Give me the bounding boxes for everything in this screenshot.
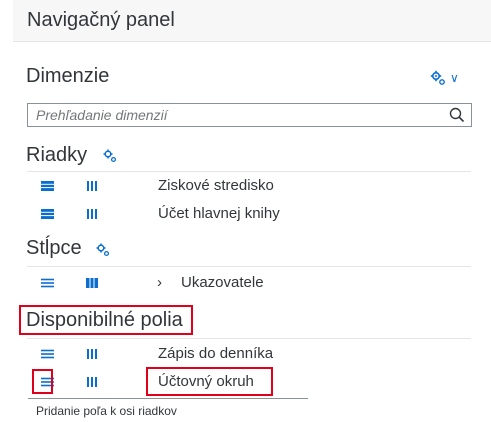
highlight-frame [146, 367, 273, 396]
available-field-item[interactable]: Zápis do denníka [27, 341, 471, 367]
dimension-search[interactable] [27, 103, 472, 127]
highlight-frame [19, 305, 193, 335]
columns-settings-gear-icon[interactable] [96, 243, 110, 257]
rows-icon[interactable] [41, 278, 54, 288]
highlight-frame [32, 369, 53, 394]
columns-icon[interactable] [86, 377, 98, 387]
search-icon[interactable] [449, 107, 465, 123]
tooltip-text: Pridanie poľa k osi riadkov [36, 404, 177, 418]
divider [27, 338, 471, 339]
rows-icon[interactable] [41, 349, 54, 359]
dimension-search-input[interactable] [28, 104, 436, 126]
columns-icon[interactable] [86, 209, 98, 219]
dimensions-title: Dimenzie [26, 65, 110, 87]
chevron-right-icon[interactable]: › [157, 274, 162, 291]
rows-item-label: Účet hlavnej knihy [158, 205, 280, 222]
columns-icon[interactable] [86, 278, 98, 288]
dimensions-settings-menu[interactable]: ∨ [430, 70, 459, 86]
tooltip: Pridanie poľa k osi riadkov [28, 398, 308, 422]
columns-icon[interactable] [86, 181, 98, 191]
panel-title: Navigačný panel [27, 9, 175, 31]
chevron-down-icon: ∨ [450, 71, 459, 85]
rows-settings-gear-icon[interactable] [103, 149, 117, 163]
rows-icon[interactable] [41, 209, 54, 219]
divider [27, 266, 471, 267]
rows-item[interactable]: Ziskové stredisko [27, 173, 471, 199]
panel-header: Navigačný panel [13, 0, 491, 42]
divider [27, 171, 471, 172]
rows-icon[interactable] [41, 181, 54, 191]
rows-item[interactable]: Účet hlavnej knihy [27, 201, 471, 227]
columns-item[interactable]: › Ukazovatele [27, 270, 471, 296]
columns-icon[interactable] [86, 349, 98, 359]
rows-item-label: Ziskové stredisko [158, 177, 274, 194]
columns-section-title: Stĺpce [26, 237, 82, 259]
columns-item-label: Ukazovatele [181, 274, 264, 291]
gear-icon [430, 70, 445, 85]
rows-section-title: Riadky [26, 144, 88, 166]
available-field-label: Zápis do denníka [158, 345, 274, 362]
